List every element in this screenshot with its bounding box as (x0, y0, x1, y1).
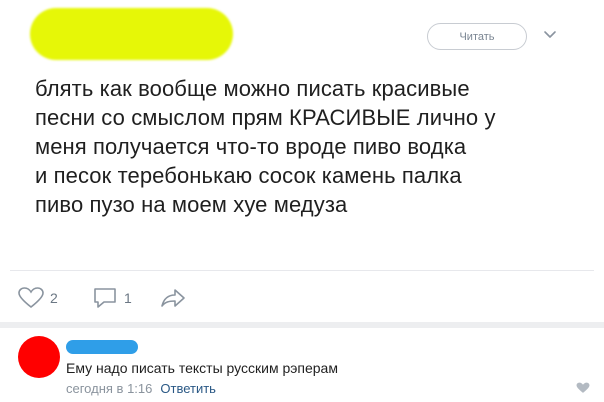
commenter-avatar[interactable] (18, 336, 60, 378)
comment-item: Ему надо писать тексты русским рэперам с… (0, 328, 604, 402)
redacted-author-name (30, 8, 233, 60)
divider (10, 270, 594, 271)
comment-text: Ему надо писать тексты русским рэперам (66, 360, 338, 376)
redacted-commenter-name[interactable] (66, 340, 138, 354)
comment-icon (94, 288, 116, 308)
chevron-down-icon[interactable] (543, 30, 557, 40)
comment-button[interactable]: 1 (92, 287, 132, 309)
share-button[interactable] (160, 287, 186, 309)
comment-count: 1 (124, 290, 132, 306)
reply-link[interactable]: Ответить (160, 381, 216, 396)
post-card: Читать блять как вообще можно писать кра… (0, 0, 604, 322)
heart-icon (18, 287, 44, 309)
share-icon (161, 289, 185, 307)
comment-like-icon[interactable] (576, 382, 590, 394)
like-button[interactable]: 2 (18, 287, 58, 309)
comment-time: сегодня в 1:16 (66, 381, 153, 396)
like-count: 2 (50, 290, 58, 306)
post-text: блять как вообще можно писать красивые п… (35, 76, 496, 217)
follow-button[interactable]: Читать (427, 23, 527, 50)
follow-button-label: Читать (459, 30, 495, 43)
comment-meta: сегодня в 1:16 Ответить (66, 381, 216, 396)
